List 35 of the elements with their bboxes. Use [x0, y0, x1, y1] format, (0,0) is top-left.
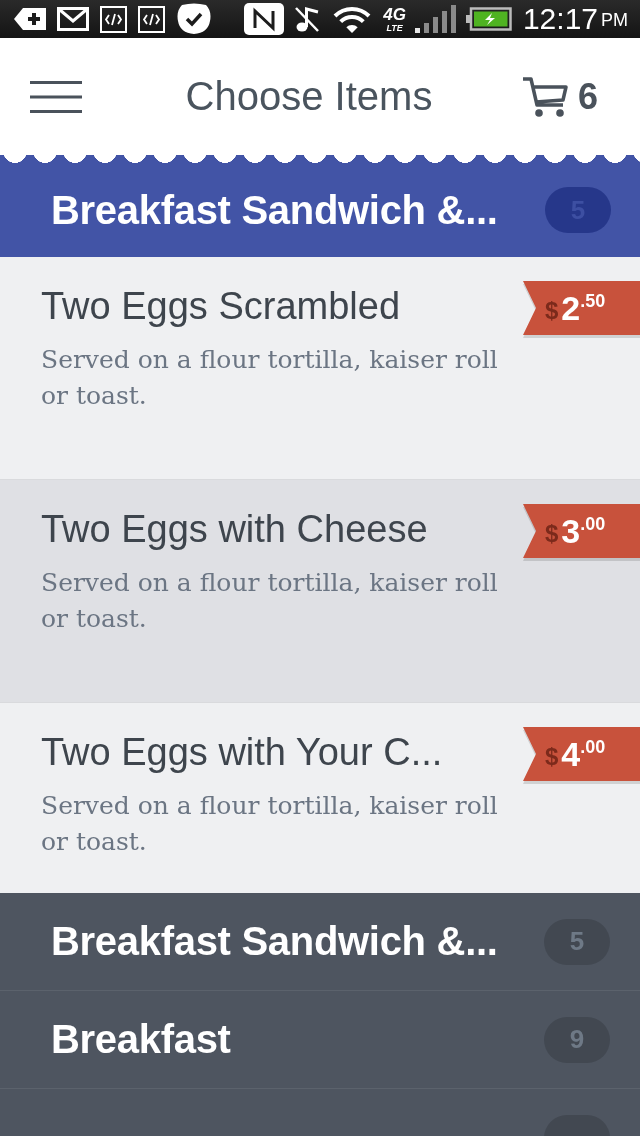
price-amount: 4$^{.00}$	[561, 734, 606, 774]
cart-button[interactable]: 6	[521, 74, 598, 119]
muted-music-icon	[293, 5, 322, 33]
menu-item[interactable]: Two Eggs Scrambled Served on a flour tortilla, kaiser roll or toast. $2$^{.50}$	[0, 257, 640, 480]
charging-battery-icon	[465, 7, 512, 31]
signal-icon	[414, 5, 457, 33]
item-description: Served on a flour tortilla, kaiser roll or toast.	[41, 790, 499, 858]
item-name: Two Eggs Scrambled	[41, 284, 401, 329]
nfc-icon	[244, 3, 285, 35]
menu-item[interactable]: Two Eggs with Cheese Served on a flour tortilla, kaiser roll or toast. $3$^{.00}$	[0, 480, 640, 703]
page-title: Choose Items	[185, 74, 433, 119]
category-title: Breakfast Sandwich &...	[51, 919, 498, 964]
item-description: Served on a flour tortilla, kaiser roll or toast.	[41, 344, 499, 412]
check-bubble-icon	[176, 3, 212, 35]
clock-time: 12:17	[522, 2, 598, 36]
currency-symbol: $	[545, 743, 559, 771]
currency-symbol: $	[545, 520, 559, 548]
price-amount: 3$^{.00}$	[561, 511, 606, 551]
menu-icon	[30, 80, 82, 113]
mail-icon	[57, 7, 89, 31]
category-title: Breakfast	[51, 1017, 231, 1062]
add-tag-icon	[14, 8, 46, 30]
price-amount: 2$^{.50}$	[561, 288, 606, 328]
item-description: Served on a flour tortilla, kaiser roll or toast.	[41, 567, 499, 635]
network-type-icon: 4G LTE	[383, 5, 406, 33]
menu-item[interactable]: Two Eggs with Your C... Served on a flour tortilla, kaiser roll or toast. $4$^{.00}$	[0, 703, 640, 893]
code-icon	[100, 5, 127, 33]
item-name: Two Eggs with Cheese	[41, 507, 428, 552]
currency-symbol: $	[545, 297, 559, 325]
category-title: Breakfast Sandwich &...	[51, 187, 498, 233]
menu-button[interactable]	[30, 80, 82, 113]
cart-icon	[521, 74, 568, 119]
code-icon	[138, 5, 165, 33]
clock-meridiem: PM	[601, 10, 628, 31]
item-name: Two Eggs with Your C...	[41, 730, 443, 775]
